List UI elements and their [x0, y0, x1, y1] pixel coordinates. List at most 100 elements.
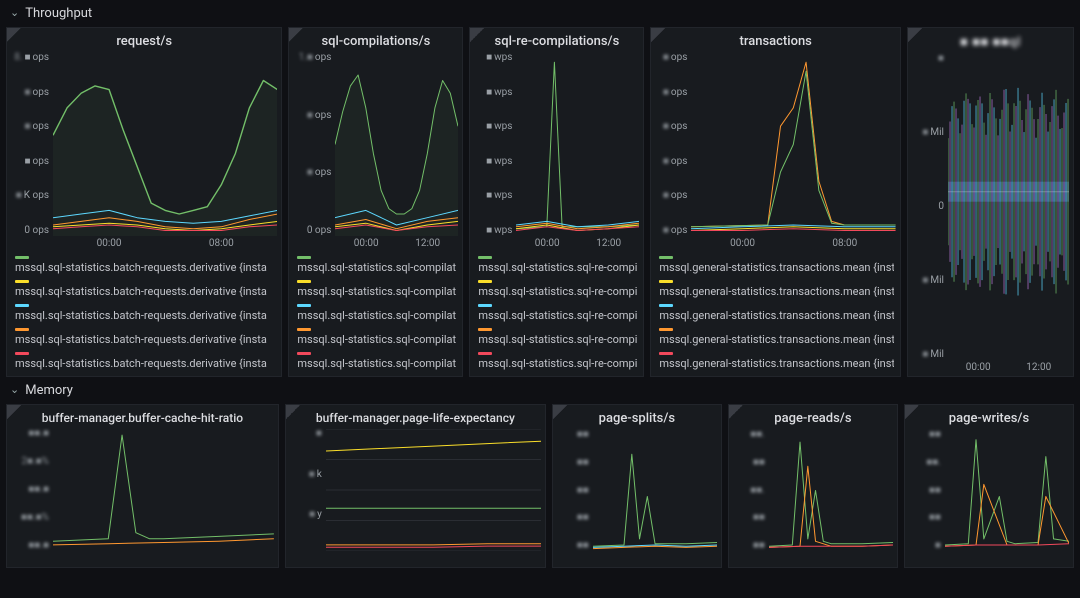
panel-title: page-splits/s [553, 405, 721, 430]
plot [945, 430, 1069, 551]
legend: mssql.sql-statistics.sql-compilat mssql.… [289, 252, 462, 376]
legend-label[interactable]: mssql.sql-statistics.sql-compilat [297, 261, 456, 274]
plot [326, 429, 541, 551]
panel-transactions[interactable]: transactions ■ops ■ops ■ops ■ops ■ops ■o… [650, 27, 901, 377]
legend-label[interactable]: mssql.sql-statistics.sql-re-compi [478, 357, 637, 370]
x-axis [326, 553, 541, 567]
legend-swatch [659, 256, 673, 259]
y-axis: ■ops ■ops ■ops ■ops ■ops ■ops [651, 53, 691, 236]
x-axis: 00:00 08:00 [53, 238, 277, 252]
chart: ■wps ■wps ■wps ■wps ■wps ■wps 00:00 12:0… [470, 53, 643, 252]
x-axis: 00:00 12:00 [948, 362, 1069, 376]
panel-request-s[interactable]: request/s 8.■ops ■ops ■ops ■ops ■K ops 0… [6, 27, 282, 377]
legend-swatch [478, 328, 492, 331]
legend-label[interactable]: mssql.sql-statistics.batch-requests.deri… [15, 357, 275, 370]
x-axis: 00:00 12:00 [335, 238, 458, 252]
y-axis: ■■.■ 2■.■% ■■.■ ■■.■% ■■.■ [7, 429, 53, 551]
x-axis: 00:00 08:00 [691, 238, 896, 252]
row-header-throughput[interactable]: ⌄ Throughput [0, 0, 1080, 27]
panel-page-life-expectancy[interactable]: buffer-manager.page-life-expectancy ■ ■k… [285, 404, 546, 568]
legend-label[interactable]: mssql.general-statistics.transactions.me… [659, 333, 894, 346]
panel-sql-compilations-s[interactable]: sql-compilations/s 1.■ops ■ops ■ops 0 op… [288, 27, 463, 377]
legend: mssql.general-statistics.transactions.me… [651, 252, 900, 376]
legend-swatch [659, 280, 673, 283]
panel-title: sql-compilations/s [289, 28, 462, 53]
x-axis [53, 553, 274, 567]
panel-page-writes-s[interactable]: page-writes/s ■■ ■■. ■■ ■■ ■ [904, 404, 1074, 568]
legend-label[interactable]: mssql.sql-statistics.sql-compilat [297, 285, 456, 298]
panel-info-icon[interactable] [905, 405, 919, 419]
chart: ■■ ■■. ■■ ■■ ■ [905, 430, 1073, 567]
legend-label[interactable]: mssql.sql-statistics.batch-requests.deri… [15, 261, 275, 274]
chart: ■■. ■■ ■■. ■■ ■■ [729, 430, 897, 567]
panel-buffer-cache-hit-ratio[interactable]: buffer-manager.buffer-cache-hit-ratio ■■… [6, 404, 279, 568]
y-axis: ■■ ■■ ■■ ■■ ■■ [553, 430, 593, 551]
y-axis: ■ ■k ■y [286, 429, 326, 551]
panel-info-icon[interactable] [553, 405, 567, 419]
legend-swatch [478, 280, 492, 283]
row-title: Memory [25, 383, 73, 398]
chart: ■■ ■■ ■■ ■■ ■■ [553, 430, 721, 567]
legend-label[interactable]: mssql.sql-statistics.sql-compilat [297, 309, 456, 322]
legend-label[interactable]: mssql.general-statistics.transactions.me… [659, 357, 894, 370]
legend-swatch [297, 352, 311, 355]
plot [516, 53, 639, 236]
legend-swatch [659, 304, 673, 307]
legend-label[interactable]: mssql.sql-statistics.batch-requests.deri… [15, 285, 275, 298]
chart: ■ ■k ■y [286, 429, 545, 567]
panel-info-icon[interactable] [651, 28, 665, 42]
panel-title: page-reads/s [729, 405, 897, 430]
panel-unknown[interactable]: ■ ■■ ■■ql ■ ■Mil 0 ■Mil ■Mil 00:00 12:00 [907, 27, 1074, 377]
legend-label[interactable]: mssql.sql-statistics.sql-compilat [297, 357, 456, 370]
y-axis: ■wps ■wps ■wps ■wps ■wps ■wps [470, 53, 516, 236]
legend-swatch [15, 328, 29, 331]
legend-label[interactable]: mssql.sql-statistics.sql-compilat [297, 333, 456, 346]
plot [769, 430, 893, 551]
legend-label[interactable]: mssql.general-statistics.transactions.me… [659, 261, 894, 274]
legend-swatch [297, 304, 311, 307]
panel-info-icon[interactable] [729, 405, 743, 419]
legend-label[interactable]: mssql.sql-statistics.batch-requests.deri… [15, 333, 275, 346]
legend: mssql.sql-statistics.sql-re-compi mssql.… [470, 252, 643, 376]
legend-label[interactable]: mssql.sql-statistics.sql-re-compi [478, 261, 637, 274]
legend-label[interactable]: mssql.sql-statistics.sql-re-compi [478, 285, 637, 298]
throughput-panels: request/s 8.■ops ■ops ■ops ■ops ■K ops 0… [0, 27, 1080, 377]
y-axis: ■ ■Mil 0 ■Mil ■Mil [908, 54, 948, 360]
legend-swatch [15, 256, 29, 259]
panel-title: transactions [651, 28, 900, 53]
plot [53, 53, 277, 236]
y-axis: 8.■ops ■ops ■ops ■ops ■K ops 0 ops [7, 53, 53, 236]
legend-label[interactable]: mssql.sql-statistics.batch-requests.deri… [15, 309, 275, 322]
plot [948, 54, 1069, 360]
legend-label[interactable]: mssql.sql-statistics.sql-re-compi [478, 309, 637, 322]
legend-label[interactable]: mssql.sql-statistics.sql-re-compi [478, 333, 637, 346]
panel-info-icon[interactable] [7, 28, 21, 42]
panel-info-icon[interactable] [286, 405, 300, 419]
legend-label[interactable]: mssql.general-statistics.transactions.me… [659, 285, 894, 298]
panel-title: sql-re-compilations/s [470, 28, 643, 53]
legend-swatch [15, 352, 29, 355]
plot [335, 53, 458, 236]
panel-page-splits-s[interactable]: page-splits/s ■■ ■■ ■■ ■■ ■■ [552, 404, 722, 568]
chart: ■■.■ 2■.■% ■■.■ ■■.■% ■■.■ [7, 429, 278, 567]
legend-swatch [297, 256, 311, 259]
y-axis: ■■ ■■. ■■ ■■ ■ [905, 430, 945, 551]
legend-swatch [15, 280, 29, 283]
legend-swatch [478, 256, 492, 259]
panel-info-icon[interactable] [289, 28, 303, 42]
chevron-down-icon: ⌄ [10, 6, 19, 19]
panel-info-icon[interactable] [470, 28, 484, 42]
chart: 1.■ops ■ops ■ops 0 ops 00:00 12:00 [289, 53, 462, 252]
panel-info-icon[interactable] [7, 405, 21, 419]
plot [593, 430, 717, 551]
legend-swatch [297, 280, 311, 283]
y-axis: 1.■ops ■ops ■ops 0 ops [289, 53, 335, 236]
chevron-down-icon: ⌄ [10, 383, 19, 396]
legend: mssql.sql-statistics.batch-requests.deri… [7, 252, 281, 376]
panel-page-reads-s[interactable]: page-reads/s ■■. ■■ ■■. ■■ ■■ [728, 404, 898, 568]
chart: ■ops ■ops ■ops ■ops ■ops ■ops 00:00 08:0… [651, 53, 900, 252]
legend-label[interactable]: mssql.general-statistics.transactions.me… [659, 309, 894, 322]
row-header-memory[interactable]: ⌄ Memory [0, 377, 1080, 404]
panel-sql-re-compilations-s[interactable]: sql-re-compilations/s ■wps ■wps ■wps ■wp… [469, 27, 644, 377]
x-axis: 00:00 12:00 [516, 238, 639, 252]
